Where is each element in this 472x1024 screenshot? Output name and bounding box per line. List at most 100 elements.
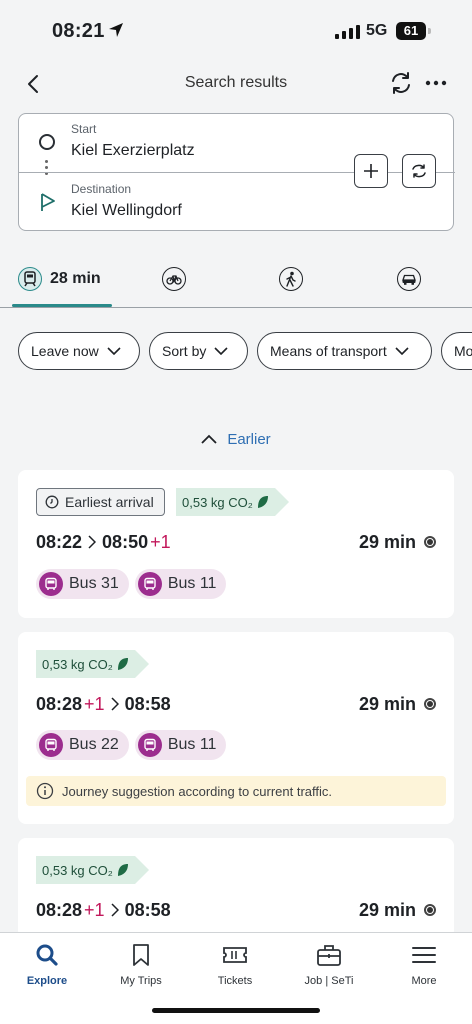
tab-label: Tickets: [217, 975, 253, 987]
chip-label: Mo: [454, 343, 472, 359]
line-chip: Bus 22: [36, 730, 129, 760]
battery-icon: 61: [396, 22, 426, 40]
line-label: Bus 31: [69, 575, 119, 592]
chip-label: Means of transport: [270, 343, 387, 359]
arrival-time: 08:58: [124, 693, 171, 714]
earliest-arrival-badge: Earliest arrival: [36, 488, 165, 516]
nav-header: Search results: [0, 62, 472, 106]
chevron-down-icon: [395, 347, 409, 355]
battery-tip: [428, 28, 431, 34]
filter-leave-now[interactable]: Leave now: [18, 332, 140, 370]
arrival-delay: +1: [150, 531, 171, 552]
add-stop-button[interactable]: [354, 154, 388, 188]
more-options-icon[interactable]: [424, 70, 448, 96]
info-text: Journey suggestion according to current …: [62, 783, 333, 799]
start-point-icon: [39, 134, 55, 150]
earlier-link[interactable]: Earlier: [0, 428, 472, 450]
status-time: 08:21: [52, 20, 105, 42]
journey-card[interactable]: 0,53 kg CO₂ 08:28 +1 08:58 29 min Bus 22…: [18, 632, 454, 824]
mode-tab-car[interactable]: [397, 266, 421, 292]
clock-icon: [45, 495, 59, 509]
leaf-icon: [117, 864, 128, 876]
home-indicator: [152, 1008, 320, 1013]
plus-icon: [364, 164, 378, 178]
chip-label: Leave now: [31, 343, 99, 359]
duration-value: 29 min: [358, 899, 416, 920]
briefcase-icon: [317, 945, 341, 966]
tab-my-trips[interactable]: My Trips: [94, 943, 188, 987]
mode-tab-walk[interactable]: [279, 266, 303, 292]
departure-time: 08:28: [36, 693, 83, 714]
tab-label: More: [411, 975, 437, 987]
earlier-label: Earlier: [227, 430, 271, 448]
tab-explore[interactable]: Explore: [0, 943, 94, 987]
traffic-info-banner: Journey suggestion according to current …: [26, 776, 446, 806]
tab-more[interactable]: More: [377, 943, 471, 987]
filter-sort-by[interactable]: Sort by: [149, 332, 248, 370]
line-label: Bus 11: [167, 575, 217, 592]
tab-label: Job | SeTi: [304, 975, 354, 987]
refresh-icon[interactable]: [388, 70, 414, 96]
chevron-right-icon: [88, 535, 97, 549]
arrival-time: 08:58: [124, 899, 171, 920]
journey-times: 08:28 +1 08:58: [36, 692, 171, 716]
leaf-icon: [117, 658, 128, 670]
destination-flag-icon: [41, 193, 55, 211]
line-label: Bus 22: [69, 736, 119, 753]
departure-delay: +1: [84, 899, 105, 920]
destination-field[interactable]: Kiel Wellingdorf: [71, 202, 182, 220]
co2-badge: 0,53 kg CO₂: [36, 650, 149, 678]
line-chips: Bus 22 Bus 11: [36, 730, 227, 760]
leaf-icon: [257, 496, 268, 508]
signal-icon: [335, 25, 360, 39]
chevron-right-icon: [111, 903, 119, 917]
line-chip: Bus 11: [134, 730, 227, 760]
swap-route-button[interactable]: [402, 154, 436, 188]
journey-card[interactable]: 0,53 kg CO₂ 08:28 +1 08:58 29 min: [18, 838, 454, 938]
departure-delay: +1: [84, 693, 105, 714]
badge-label: Earliest arrival: [65, 494, 154, 510]
chevron-down-icon: [214, 347, 228, 355]
chevron-up-icon: [201, 434, 217, 444]
filter-more[interactable]: Mo: [441, 332, 472, 370]
chevron-down-icon: [107, 347, 121, 355]
tab-tickets[interactable]: Tickets: [188, 943, 282, 987]
tab-label: My Trips: [120, 975, 162, 987]
route-card: Start Kiel Exerzierplatz Destination Kie…: [18, 113, 455, 231]
bike-icon: [162, 267, 186, 291]
bus-icon: [39, 572, 63, 596]
line-chip: Bus 31: [36, 569, 129, 599]
start-field[interactable]: Kiel Exerzierplatz: [71, 142, 195, 160]
realtime-icon: [424, 536, 436, 548]
ticket-icon: [223, 947, 247, 963]
realtime-icon: [424, 904, 436, 916]
arrival-time: 08:50: [102, 531, 149, 552]
mode-duration: 28 min: [50, 270, 101, 287]
bookmark-icon: [133, 944, 149, 966]
mode-tab-public-transport[interactable]: 28 min: [18, 266, 101, 292]
bus-icon: [39, 733, 63, 757]
journey-times: 08:22 08:50 +1: [36, 530, 171, 554]
transport-mode-tabs: 28 min: [0, 254, 472, 308]
info-icon: [36, 782, 54, 800]
journey-times: 08:28 +1 08:58: [36, 898, 171, 922]
co2-value: 0,53 kg CO₂: [182, 494, 253, 510]
active-tab-indicator: [12, 304, 112, 307]
journey-card[interactable]: Earliest arrival 0,53 kg CO₂ 08:22 08:50…: [18, 470, 454, 618]
route-divider: [19, 172, 455, 173]
journey-duration: 29 min: [359, 898, 436, 922]
car-icon: [397, 267, 421, 291]
walk-icon: [279, 267, 303, 291]
line-chips: Bus 31 Bus 11: [36, 569, 227, 599]
mode-tab-bike[interactable]: [162, 266, 186, 292]
tab-job-seti[interactable]: Job | SeTi: [282, 943, 376, 987]
duration-value: 29 min: [358, 531, 416, 552]
departure-time: 08:22: [36, 531, 83, 552]
status-bar: 08:21 5G 61: [0, 0, 472, 60]
route-dots-icon: [45, 160, 48, 178]
bus-icon: [137, 572, 162, 596]
line-label: Bus 11: [167, 736, 217, 753]
start-label: Start: [71, 122, 97, 136]
network-type: 5G: [366, 22, 388, 39]
filter-means-of-transport[interactable]: Means of transport: [257, 332, 432, 370]
